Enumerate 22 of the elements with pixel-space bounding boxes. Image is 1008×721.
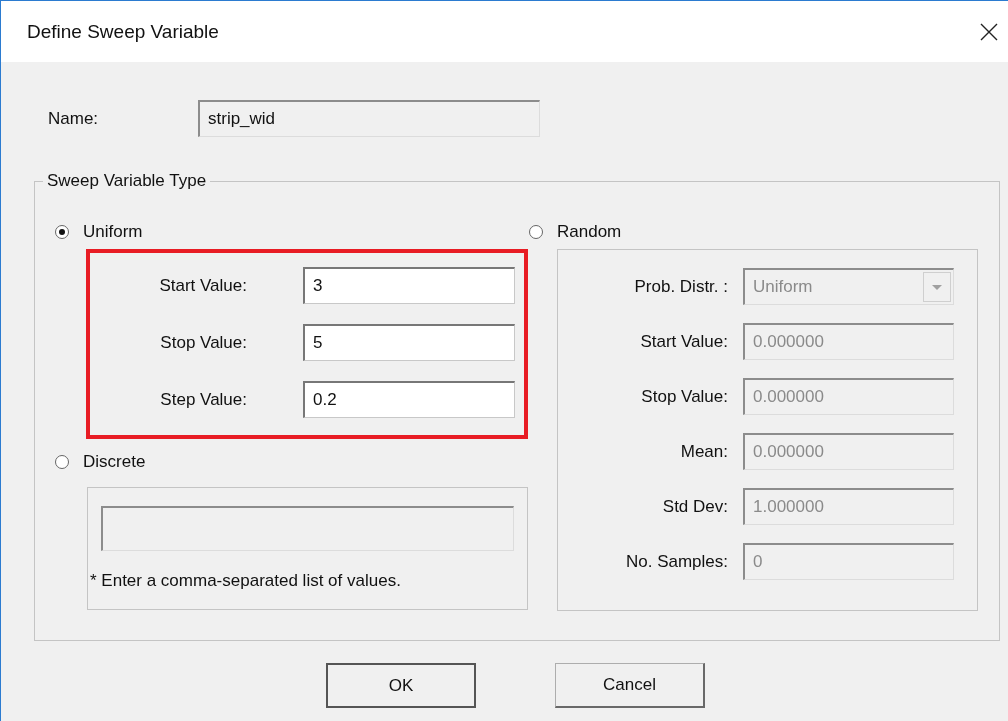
field-label: Start Value: [639,331,728,352]
input-field[interactable]: 0.2 [303,381,515,418]
hint-text: * Enter a comma-separated list of values. [90,571,402,591]
close-icon[interactable] [980,22,998,41]
radio-indicator[interactable] [55,225,69,239]
field-label: Stop Value: [159,332,247,353]
field-label: Name: [47,108,100,129]
field-label: Start Value: [158,275,247,296]
field-label: No. Samples: [624,551,728,572]
field-label: Mean: [679,441,728,462]
ok-button[interactable]: OK [326,663,476,708]
caret-icon [923,272,951,302]
cancel-button[interactable]: Cancel [555,663,705,708]
field-label: Std Dev: [661,496,728,517]
input-field[interactable]: 5 [303,324,515,361]
window-title: Define Sweep Variable [27,20,219,43]
field-label: Step Value: [159,389,247,410]
field-label: Prob. Distr. : [633,276,728,297]
field-label: Stop Value: [640,386,728,407]
group-title: Sweep Variable Type [46,171,208,191]
radio-option[interactable]: Uniform [55,219,529,245]
input-field[interactable]: 3 [303,267,515,304]
